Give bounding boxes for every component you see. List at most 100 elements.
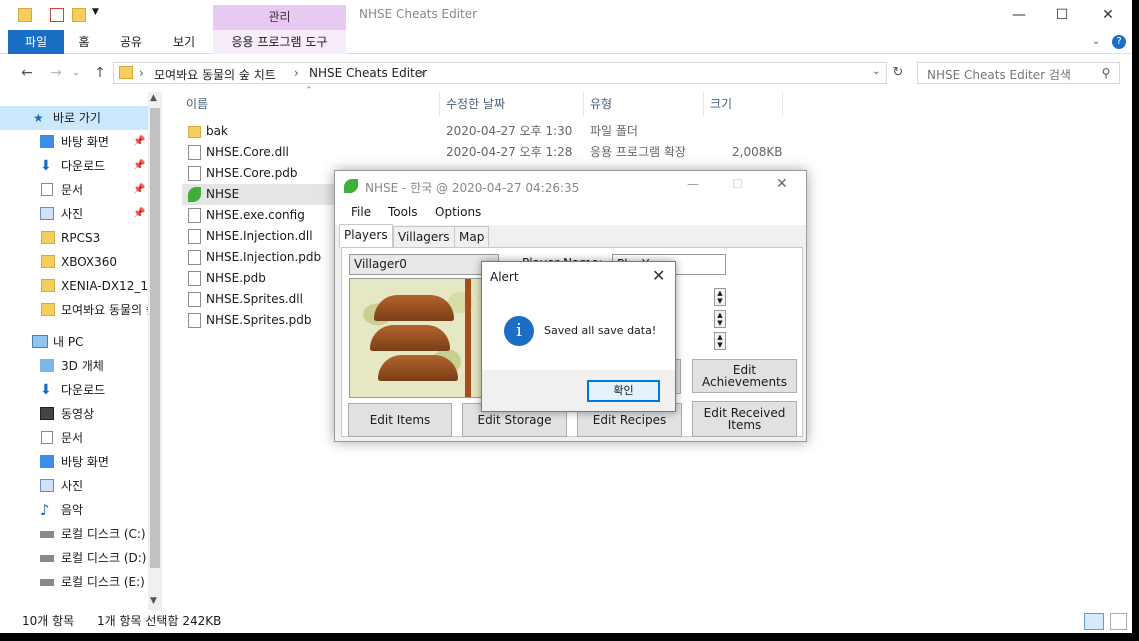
sidebar-item-rpcs3[interactable]: RPCS3 [0, 226, 148, 250]
sidebar-item-drive-e[interactable]: 로컬 디스크 (E:) [0, 570, 148, 594]
tab-players[interactable]: Players [339, 224, 393, 248]
sidebar-item-videos[interactable]: 동영상 [0, 402, 148, 426]
sidebar-item-desktop[interactable]: 바탕 화면 📌 [0, 130, 148, 154]
alert-footer: 확인 [482, 370, 675, 411]
file-date: 2020-04-27 오후 1:30 [446, 124, 573, 138]
menu-file[interactable]: File [351, 205, 371, 219]
sidebar-item-pictures-pc[interactable]: 사진 [0, 474, 148, 498]
sidebar-item-label: 모여봐요 동물의 숲 [61, 303, 148, 317]
pin-icon: 📌 [133, 160, 146, 171]
tab-share[interactable]: 공유 [114, 30, 148, 54]
chevron-down-icon[interactable]: ⌄ [872, 66, 880, 77]
pin-icon: 📌 [133, 136, 146, 147]
edit-received-items-button[interactable]: Edit Received Items [692, 401, 797, 437]
close-button[interactable]: ✕ [1096, 4, 1120, 26]
edit-items-button[interactable]: Edit Items [348, 403, 452, 437]
sidebar-item-label: 로컬 디스크 (C:) [61, 527, 146, 541]
tab-view[interactable]: 보기 [164, 30, 204, 54]
sidebar-item-downloads-pc[interactable]: ⬇ 다운로드 [0, 378, 148, 402]
tab-file[interactable]: 파일 [8, 30, 64, 54]
new-folder-icon[interactable] [72, 8, 86, 22]
file-row[interactable]: NHSE.Core.dll 2020-04-27 오후 1:28 응용 프로그램… [182, 142, 782, 163]
sidebar-item-pictures[interactable]: 사진 📌 [0, 202, 148, 226]
document-icon [41, 183, 53, 196]
refresh-icon[interactable]: ↻ [888, 63, 908, 83]
alert-close-button[interactable]: ✕ [652, 266, 665, 285]
forward-button[interactable]: → [46, 63, 66, 83]
column-divider[interactable] [703, 92, 704, 116]
folder-icon [188, 126, 201, 138]
scroll-up-icon[interactable]: ▲ [150, 93, 157, 103]
help-icon[interactable]: ? [1112, 35, 1126, 49]
folder-icon[interactable] [18, 8, 32, 22]
spinner-arrows-icon[interactable]: ▲ ▼ [714, 288, 726, 306]
close-button[interactable]: ✕ [776, 176, 788, 192]
download-icon: ⬇ [40, 158, 52, 174]
alert-message: Saved all save data! [544, 324, 657, 337]
sidebar-scrollbar-thumb[interactable] [150, 108, 160, 568]
details-view-icon[interactable] [1084, 613, 1104, 630]
column-header-type[interactable]: 유형 [590, 95, 612, 112]
sidebar-item-documents[interactable]: 문서 📌 [0, 178, 148, 202]
music-icon: ♪ [40, 501, 50, 519]
villager-select[interactable]: Villager0 [349, 254, 499, 275]
search-icon[interactable]: ⚲ [1096, 63, 1116, 83]
recent-chevron-icon[interactable]: ⌄ [66, 63, 86, 83]
sidebar-item-music[interactable]: ♪ 음악 [0, 498, 148, 522]
maximize-button[interactable]: ☐ [732, 177, 743, 191]
chevron-down-icon[interactable]: ▼ [92, 7, 102, 21]
sidebar-item-desktop-pc[interactable]: 바탕 화면 [0, 450, 148, 474]
scroll-down-icon[interactable]: ▼ [150, 596, 157, 606]
column-header-date[interactable]: 수정한 날짜 [446, 95, 505, 112]
breadcrumb-separator-icon: › [420, 66, 425, 80]
sidebar-item-label: 바로 가기 [53, 111, 101, 125]
file-explorer-window: ▼ 관리 NHSE Cheats Editer — ☐ ✕ 파일 홈 공유 보기… [0, 0, 1132, 633]
sidebar-item-xbox360[interactable]: XBOX360 [0, 250, 148, 274]
file-name: NHSE [206, 187, 240, 201]
column-header-name[interactable]: 이름 [186, 95, 208, 112]
minimize-button[interactable]: — [1007, 4, 1031, 26]
sidebar-item-3d-objects[interactable]: 3D 개체 [0, 354, 148, 378]
sidebar-item-drive-d[interactable]: 로컬 디스크 (D:) [0, 546, 148, 570]
drive-icon [40, 555, 54, 562]
properties-icon[interactable] [50, 8, 64, 22]
tab-app-tools[interactable]: 응용 프로그램 도구 [213, 30, 346, 54]
sidebar-item-downloads[interactable]: ⬇ 다운로드 📌 [0, 154, 148, 178]
file-row-selected[interactable]: NHSE [182, 184, 334, 205]
sidebar-item-this-pc[interactable]: 내 PC [0, 330, 148, 354]
menu-tools[interactable]: Tools [388, 205, 418, 219]
search-input[interactable]: NHSE Cheats Editer 검색 [917, 62, 1120, 84]
column-divider[interactable] [782, 92, 783, 116]
chevron-down-icon[interactable]: ⌄ [1088, 30, 1104, 54]
up-button[interactable]: ↑ [90, 63, 110, 83]
ribbon-tabs: 파일 홈 공유 보기 응용 프로그램 도구 ⌄ ? [0, 30, 1132, 54]
column-divider[interactable] [439, 92, 440, 116]
spinner-arrows-icon[interactable]: ▲ ▼ [714, 332, 726, 350]
sidebar-item-documents-pc[interactable]: 문서 [0, 426, 148, 450]
sidebar-item-quick-access[interactable]: ★ 바로 가기 [0, 106, 148, 130]
file-row[interactable]: bak 2020-04-27 오후 1:30 파일 폴더 [182, 121, 782, 142]
dll-icon [188, 145, 201, 160]
sidebar-item-xenia[interactable]: XENIA-DX12_1.0 [0, 274, 148, 298]
sidebar-item-drive-c[interactable]: 로컬 디스크 (C:) [0, 522, 148, 546]
tab-villagers[interactable]: Villagers [393, 226, 455, 248]
ok-button[interactable]: 확인 [587, 380, 660, 402]
address-bar[interactable]: › 모여봐요 동물의 숲 치트 › NHSE Cheats Editer › ⌄ [113, 62, 887, 84]
menu-options[interactable]: Options [435, 205, 481, 219]
column-divider[interactable] [583, 92, 584, 116]
minimize-button[interactable]: — [687, 177, 699, 191]
breadcrumb-item[interactable]: 모여봐요 동물의 숲 치트 [154, 66, 276, 83]
column-header-size[interactable]: 크기 [710, 95, 732, 112]
sidebar-item-label: XENIA-DX12_1.0 [61, 279, 148, 293]
edit-achievements-button[interactable]: Edit Achievements [692, 359, 797, 393]
breadcrumb-item[interactable]: NHSE Cheats Editer [309, 66, 427, 80]
tab-map[interactable]: Map [454, 226, 490, 248]
spinner-arrows-icon[interactable]: ▲ ▼ [714, 310, 726, 328]
sidebar-item-animal-crossing[interactable]: 모여봐요 동물의 숲 [0, 298, 148, 322]
maximize-button[interactable]: ☐ [1050, 4, 1074, 26]
file-type: 응용 프로그램 확장 [590, 145, 686, 159]
tiles-view-icon[interactable] [1110, 613, 1127, 630]
back-button[interactable]: ← [17, 63, 37, 83]
tab-home[interactable]: 홈 [70, 30, 98, 54]
file-name: NHSE.Injection.dll [206, 229, 313, 243]
